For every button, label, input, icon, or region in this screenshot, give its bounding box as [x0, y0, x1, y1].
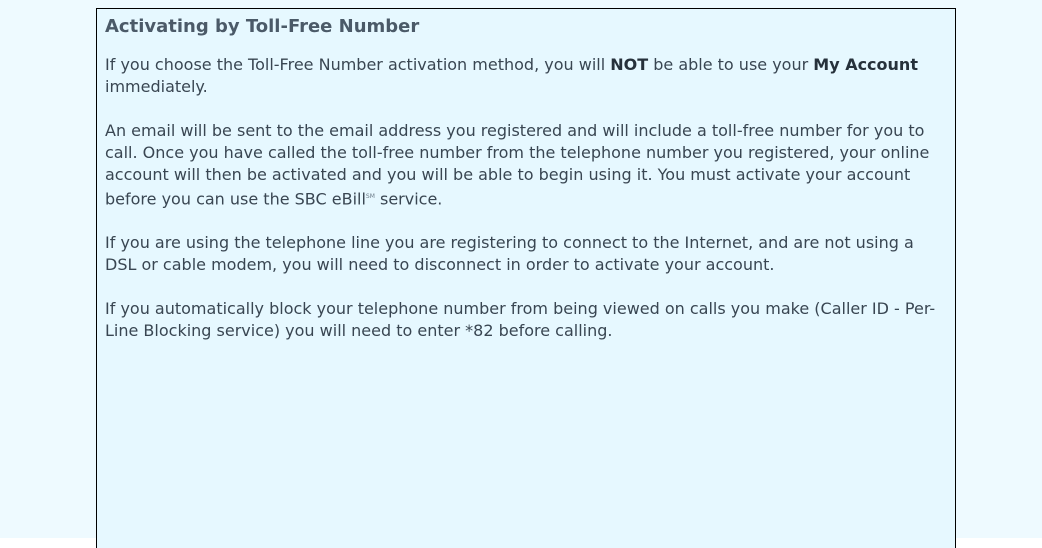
section-heading: Activating by Toll-Free Number: [105, 16, 420, 37]
paragraph-text: immediately.: [105, 77, 208, 96]
service-mark: SM: [365, 193, 375, 200]
paragraph-text: An email will be sent to the email addre…: [105, 121, 930, 209]
paragraph-caller-id-notice: If you automatically block your telephon…: [105, 299, 936, 341]
emphasis-my-account: My Account: [813, 55, 918, 74]
paragraph-text: service.: [374, 189, 443, 209]
activation-info-panel: Activating by Toll-Free Number If you ch…: [96, 8, 956, 548]
paragraph-text: If you choose the Toll-Free Number activ…: [105, 55, 611, 74]
paragraph-disconnect-notice: If you are using the telephone line you …: [105, 233, 914, 275]
emphasis-not: NOT: [610, 55, 649, 74]
paragraph-method-notice: If you choose the Toll-Free Number activ…: [105, 54, 948, 98]
paragraph-text: be able to use your: [648, 55, 814, 74]
paragraph-email-instructions: An email will be sent to the email addre…: [105, 120, 948, 210]
